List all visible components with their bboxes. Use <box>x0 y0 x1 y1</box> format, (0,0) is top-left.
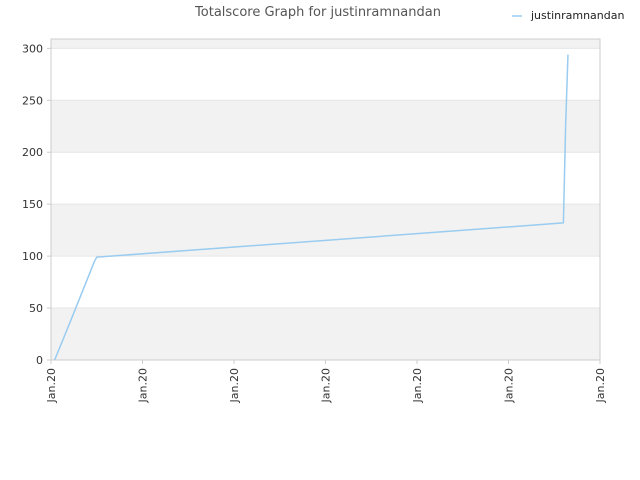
x-tick-label: Jan.20 <box>320 368 333 403</box>
plot-band <box>51 39 600 49</box>
y-tick-label: 0 <box>36 354 43 367</box>
y-tick-label: 250 <box>22 94 43 107</box>
y-tick-label: 300 <box>22 42 43 55</box>
x-tick-label: Jan.20 <box>503 368 516 403</box>
y-axis: 0 50 100 150 200 250 300 <box>22 42 51 367</box>
x-tick-label: Jan.20 <box>594 368 607 403</box>
plot-band <box>51 100 600 153</box>
y-tick-label: 150 <box>22 198 43 211</box>
y-tick-label: 200 <box>22 146 43 159</box>
totalscore-chart: 050100150200250300 Jan.20 Jan.20 Jan.20 Jan… <box>22 5 624 403</box>
plot-bands <box>51 39 600 360</box>
x-tick-label: Jan.20 <box>137 368 150 403</box>
plot-band <box>51 308 600 360</box>
y-tick-label: 50 <box>29 302 43 315</box>
chart-title: Totalscore Graph for justinramnandan <box>194 5 441 20</box>
y-tick-label: 100 <box>22 250 43 263</box>
x-tick-label: Jan.20 <box>45 368 58 403</box>
x-axis: Jan.20 Jan.20 Jan.20 Jan.20 Jan.20 Jan.20 Jan.… <box>45 360 607 403</box>
legend-label: justinramnandan <box>530 9 624 22</box>
x-tick-label: Jan.20 <box>228 368 241 403</box>
x-tick-label: Jan.20 <box>411 368 424 403</box>
legend[interactable]: justinramnandan <box>512 9 624 22</box>
plot-band <box>51 204 600 257</box>
